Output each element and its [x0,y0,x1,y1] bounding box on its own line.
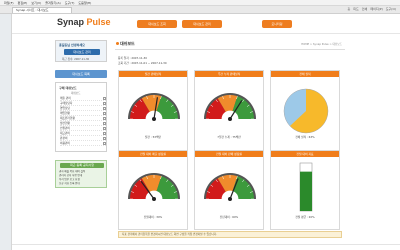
nav-monitoring[interactable]: 모니터링 [262,20,292,28]
gauge-label: 전월 평균 : 20% [295,215,315,219]
list-item[interactable]: 비용관리 [60,141,106,146]
gauge-hub [228,117,232,121]
checkbox-icon[interactable] [103,121,106,125]
title-bullet-icon [116,42,119,45]
site-header: Synap Pulse 대쉬보드 조회 대쉬보드 관리 모니터링 [12,14,400,34]
dashboard-manage-button[interactable]: 대쉬보드 관리 [64,49,100,55]
menu-tools[interactable]: 도구(T) [65,1,75,5]
gauge-card: 전월 대비 매출 성장률 전월대비 : 30% [118,150,188,230]
bar-fill [300,171,312,211]
pie-chart [283,88,329,134]
gauge-card: 전월 대비 지표 전월 평균 : 20% [270,150,340,230]
gauge-body: 7일간 누계 : 75백만 [195,77,263,143]
home-icon[interactable]: 홈 [348,7,351,11]
logo-main: Synap [57,17,85,27]
gauge-label: 7일간 누계 : 75백만 [217,135,241,139]
login-box: 홍길동님 안녕하세요 대쉬보드 관리 최근 접속: 2007-11-30 [55,40,107,62]
login-title: 홍길동님 안녕하세요 [59,43,85,47]
gauge-label: 전월대비 : 30% [143,215,163,219]
logo-accent: Pulse [86,17,111,27]
checkbox-icon[interactable] [103,116,106,120]
page-title: 대쉬보드 [120,41,135,46]
gauge-card: 월간 판매실적 월간 : 53백만 [118,70,188,152]
footer-divider [12,244,400,245]
browser-tabbar: Synap 시너프 : 대시보드 홈 피드 인쇄 페이지(P) 도구(O) [0,6,400,14]
info-line-1: 등록 일자 : 2007-11-30 [118,56,147,60]
menu-file[interactable]: 파일(F) [4,1,14,5]
checkbox-icon[interactable] [103,131,106,135]
dashboard-menu: 구매 대쉬보드 대쉬보드 매출 관리 구매담당자 영업담당 매입현황 제조원가현… [55,82,107,152]
gauge-chart-0 [128,93,180,128]
dashboard-list-button[interactable]: 대쉬보드 목록 [55,70,107,78]
gauge-card: 주간 누적 판매실적 7일간 누계 : 75백만 [194,70,264,152]
gauge-card: 전체 실적 전체 실적 : 63% [270,70,340,152]
gauge-body: 전년대비 : 60% [195,157,263,223]
nav-dashboard-view[interactable]: 대쉬보드 조회 [137,20,177,28]
menu-list: 매출 관리 구매담당자 영업담당 매입현황 제조원가현황 생산현황 인원관리 재… [60,96,106,146]
breadcrumb: HOME > Synap Pulse > 대쉬보드 [301,43,342,46]
gauge-label: 전년대비 : 60% [219,215,239,219]
print-icon[interactable]: 인쇄 [362,7,368,11]
menu-subheader: 대쉬보드 [71,92,81,95]
notice-title: 최근 등록 공지사항 [60,163,104,168]
checkbox-icon[interactable] [103,136,106,140]
gauge-hub [152,197,156,201]
browser-tab[interactable]: Synap 시너프 : 대시보드 [12,7,72,13]
checkbox-icon[interactable] [103,111,106,115]
browser-toolbar-icons: 홈 피드 인쇄 페이지(P) 도구(O) [348,7,397,11]
title-divider [115,49,345,50]
menu-header: 구매 대쉬보드 [59,86,77,90]
gauge-hub [228,197,232,201]
menu-help[interactable]: 도움말(H) [78,1,91,5]
page-menu[interactable]: 페이지(P) [370,7,382,11]
footer-note: 지표 관리에서 관리항목을 변경하시면 대쉬보드 화면 구성을 직접 변경하실 … [118,231,342,238]
notice-list: 귀사 매출 목표 대비 실적 관리자 공지 사항 안내 부서 업무 보고 요청 … [59,170,105,186]
site-logo[interactable]: Synap Pulse [57,17,111,27]
info-line-2: 조회 기간 : 2007-11-01 ~ 2007-11-30 [118,61,167,65]
last-login: 최근 접속: 2007-11-30 [62,58,90,61]
tools-menu[interactable]: 도구(O) [386,7,396,11]
gauge-body: 전월 평균 : 20% [271,157,339,223]
menu-edit[interactable]: 편집(E) [18,1,28,5]
gauge-chart-1 [204,93,256,128]
notice-box: 최근 등록 공지사항 귀사 매출 목표 대비 실적 관리자 공지 사항 안내 부… [55,160,107,188]
gauge-label: 전체 실적 : 63% [295,135,315,139]
feed-icon[interactable]: 피드 [353,7,359,11]
checkbox-icon[interactable] [103,106,106,110]
gauge-chart-4 [204,173,256,208]
menu-view[interactable]: 보기(V) [31,1,41,5]
checkbox-icon[interactable] [103,141,106,145]
nav-dashboard-manage[interactable]: 대쉬보드 관리 [182,20,222,28]
gauge-body: 전체 실적 : 63% [271,77,339,143]
gauge-body: 전월대비 : 30% [119,157,187,223]
gauge-card: 전월 대비 판매 성장률 전년대비 : 60% [194,150,264,230]
gauge-hub [152,117,156,121]
gauge-label: 월간 : 53백만 [145,135,161,139]
checkbox-icon[interactable] [103,96,106,100]
menu-favorites[interactable]: 즐겨찾기(A) [45,1,60,5]
bar-gauge [299,162,313,212]
checkbox-icon[interactable] [103,126,106,130]
gauge-chart-3 [128,173,180,208]
gauge-body: 월간 : 53백만 [119,77,187,143]
checkbox-icon[interactable] [103,101,106,105]
notice-item[interactable]: 신규 지표 등록 안내 [59,182,105,186]
browser-left-strip [0,14,12,250]
